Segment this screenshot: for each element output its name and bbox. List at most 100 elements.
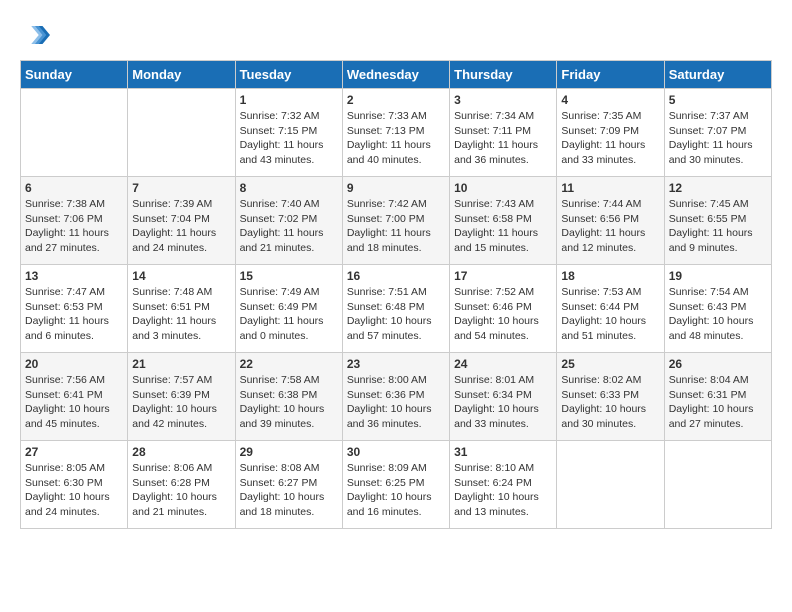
day-info: Sunrise: 7:45 AM Sunset: 6:55 PM Dayligh… — [669, 197, 767, 256]
day-number: 23 — [347, 357, 445, 371]
day-number: 16 — [347, 269, 445, 283]
col-header-tuesday: Tuesday — [235, 61, 342, 89]
day-number: 12 — [669, 181, 767, 195]
day-number: 31 — [454, 445, 552, 459]
day-info: Sunrise: 7:32 AM Sunset: 7:15 PM Dayligh… — [240, 109, 338, 168]
calendar-cell: 11 Sunrise: 7:44 AM Sunset: 6:56 PM Dayli… — [557, 177, 664, 265]
day-info: Sunrise: 7:33 AM Sunset: 7:13 PM Dayligh… — [347, 109, 445, 168]
col-header-saturday: Saturday — [664, 61, 771, 89]
day-number: 27 — [25, 445, 123, 459]
day-info: Sunrise: 7:43 AM Sunset: 6:58 PM Dayligh… — [454, 197, 552, 256]
day-info: Sunrise: 7:54 AM Sunset: 6:43 PM Dayligh… — [669, 285, 767, 344]
day-info: Sunrise: 7:34 AM Sunset: 7:11 PM Dayligh… — [454, 109, 552, 168]
calendar-cell: 28 Sunrise: 8:06 AM Sunset: 6:28 PM Dayli… — [128, 441, 235, 529]
day-number: 24 — [454, 357, 552, 371]
calendar-cell: 30 Sunrise: 8:09 AM Sunset: 6:25 PM Dayli… — [342, 441, 449, 529]
page-header — [20, 20, 772, 50]
calendar-cell: 16 Sunrise: 7:51 AM Sunset: 6:48 PM Dayli… — [342, 265, 449, 353]
calendar-week-2: 6 Sunrise: 7:38 AM Sunset: 7:06 PM Daylig… — [21, 177, 772, 265]
calendar-cell: 15 Sunrise: 7:49 AM Sunset: 6:49 PM Dayli… — [235, 265, 342, 353]
day-number: 1 — [240, 93, 338, 107]
calendar-cell: 17Sunrise: 7:52 AM Sunset: 6:46 PM Dayli… — [450, 265, 557, 353]
col-header-monday: Monday — [128, 61, 235, 89]
calendar-cell: 9 Sunrise: 7:42 AM Sunset: 7:00 PM Daylig… — [342, 177, 449, 265]
calendar-cell — [557, 441, 664, 529]
day-number: 22 — [240, 357, 338, 371]
day-info: Sunrise: 8:10 AM Sunset: 6:24 PM Dayligh… — [454, 461, 552, 520]
day-number: 15 — [240, 269, 338, 283]
day-number: 28 — [132, 445, 230, 459]
day-info: Sunrise: 8:06 AM Sunset: 6:28 PM Dayligh… — [132, 461, 230, 520]
day-info: Sunrise: 7:53 AM Sunset: 6:44 PM Dayligh… — [561, 285, 659, 344]
day-number: 20 — [25, 357, 123, 371]
calendar-cell: 21 Sunrise: 7:57 AM Sunset: 6:39 PM Dayli… — [128, 353, 235, 441]
calendar-cell: 8 Sunrise: 7:40 AM Sunset: 7:02 PM Daylig… — [235, 177, 342, 265]
day-info: Sunrise: 7:56 AM Sunset: 6:41 PM Dayligh… — [25, 373, 123, 432]
day-info: Sunrise: 7:52 AM Sunset: 6:46 PM Dayligh… — [454, 285, 552, 344]
calendar-cell: 14 Sunrise: 7:48 AM Sunset: 6:51 PM Dayli… — [128, 265, 235, 353]
day-info: Sunrise: 7:39 AM Sunset: 7:04 PM Dayligh… — [132, 197, 230, 256]
calendar-cell: 1 Sunrise: 7:32 AM Sunset: 7:15 PM Daylig… — [235, 89, 342, 177]
day-number: 19 — [669, 269, 767, 283]
day-info: Sunrise: 7:37 AM Sunset: 7:07 PM Dayligh… — [669, 109, 767, 168]
calendar-table: SundayMondayTuesdayWednesdayThursdayFrid… — [20, 60, 772, 529]
day-number: 3 — [454, 93, 552, 107]
calendar-week-5: 27 Sunrise: 8:05 AM Sunset: 6:30 PM Dayli… — [21, 441, 772, 529]
calendar-cell: 27 Sunrise: 8:05 AM Sunset: 6:30 PM Dayli… — [21, 441, 128, 529]
col-header-thursday: Thursday — [450, 61, 557, 89]
day-info: Sunrise: 7:42 AM Sunset: 7:00 PM Dayligh… — [347, 197, 445, 256]
day-info: Sunrise: 7:48 AM Sunset: 6:51 PM Dayligh… — [132, 285, 230, 344]
day-info: Sunrise: 7:35 AM Sunset: 7:09 PM Dayligh… — [561, 109, 659, 168]
day-number: 13 — [25, 269, 123, 283]
col-header-sunday: Sunday — [21, 61, 128, 89]
calendar-week-3: 13 Sunrise: 7:47 AM Sunset: 6:53 PM Dayli… — [21, 265, 772, 353]
calendar-cell: 22 Sunrise: 7:58 AM Sunset: 6:38 PM Dayli… — [235, 353, 342, 441]
day-number: 29 — [240, 445, 338, 459]
day-number: 25 — [561, 357, 659, 371]
calendar-cell: 26Sunrise: 8:04 AM Sunset: 6:31 PM Dayli… — [664, 353, 771, 441]
calendar-cell — [21, 89, 128, 177]
day-info: Sunrise: 8:05 AM Sunset: 6:30 PM Dayligh… — [25, 461, 123, 520]
col-header-wednesday: Wednesday — [342, 61, 449, 89]
day-info: Sunrise: 8:04 AM Sunset: 6:31 PM Dayligh… — [669, 373, 767, 432]
day-number: 9 — [347, 181, 445, 195]
day-info: Sunrise: 7:47 AM Sunset: 6:53 PM Dayligh… — [25, 285, 123, 344]
day-info: Sunrise: 7:44 AM Sunset: 6:56 PM Dayligh… — [561, 197, 659, 256]
calendar-cell — [664, 441, 771, 529]
day-number: 10 — [454, 181, 552, 195]
day-number: 18 — [561, 269, 659, 283]
calendar-cell: 7 Sunrise: 7:39 AM Sunset: 7:04 PM Daylig… — [128, 177, 235, 265]
day-number: 30 — [347, 445, 445, 459]
day-info: Sunrise: 8:08 AM Sunset: 6:27 PM Dayligh… — [240, 461, 338, 520]
day-info: Sunrise: 8:09 AM Sunset: 6:25 PM Dayligh… — [347, 461, 445, 520]
day-number: 6 — [25, 181, 123, 195]
calendar-cell: 2 Sunrise: 7:33 AM Sunset: 7:13 PM Daylig… — [342, 89, 449, 177]
calendar-cell: 20 Sunrise: 7:56 AM Sunset: 6:41 PM Dayli… — [21, 353, 128, 441]
day-info: Sunrise: 7:58 AM Sunset: 6:38 PM Dayligh… — [240, 373, 338, 432]
calendar-week-1: 1 Sunrise: 7:32 AM Sunset: 7:15 PM Daylig… — [21, 89, 772, 177]
day-info: Sunrise: 8:01 AM Sunset: 6:34 PM Dayligh… — [454, 373, 552, 432]
day-info: Sunrise: 7:38 AM Sunset: 7:06 PM Dayligh… — [25, 197, 123, 256]
day-info: Sunrise: 8:02 AM Sunset: 6:33 PM Dayligh… — [561, 373, 659, 432]
calendar-cell: 29 Sunrise: 8:08 AM Sunset: 6:27 PM Dayli… — [235, 441, 342, 529]
logo — [20, 20, 54, 50]
calendar-cell: 10 Sunrise: 7:43 AM Sunset: 6:58 PM Dayli… — [450, 177, 557, 265]
day-number: 2 — [347, 93, 445, 107]
calendar-cell: 23Sunrise: 8:00 AM Sunset: 6:36 PM Dayli… — [342, 353, 449, 441]
day-number: 11 — [561, 181, 659, 195]
logo-icon — [20, 20, 50, 50]
day-number: 21 — [132, 357, 230, 371]
day-number: 8 — [240, 181, 338, 195]
day-info: Sunrise: 7:57 AM Sunset: 6:39 PM Dayligh… — [132, 373, 230, 432]
day-number: 14 — [132, 269, 230, 283]
calendar-cell: 6 Sunrise: 7:38 AM Sunset: 7:06 PM Daylig… — [21, 177, 128, 265]
calendar-cell: 24 Sunrise: 8:01 AM Sunset: 6:34 PM Dayli… — [450, 353, 557, 441]
day-info: Sunrise: 7:51 AM Sunset: 6:48 PM Dayligh… — [347, 285, 445, 344]
calendar-cell: 13 Sunrise: 7:47 AM Sunset: 6:53 PM Dayli… — [21, 265, 128, 353]
calendar-cell: 4Sunrise: 7:35 AM Sunset: 7:09 PM Daylig… — [557, 89, 664, 177]
calendar-cell: 25 Sunrise: 8:02 AM Sunset: 6:33 PM Dayli… — [557, 353, 664, 441]
day-info: Sunrise: 7:40 AM Sunset: 7:02 PM Dayligh… — [240, 197, 338, 256]
day-number: 7 — [132, 181, 230, 195]
day-info: Sunrise: 7:49 AM Sunset: 6:49 PM Dayligh… — [240, 285, 338, 344]
calendar-cell — [128, 89, 235, 177]
